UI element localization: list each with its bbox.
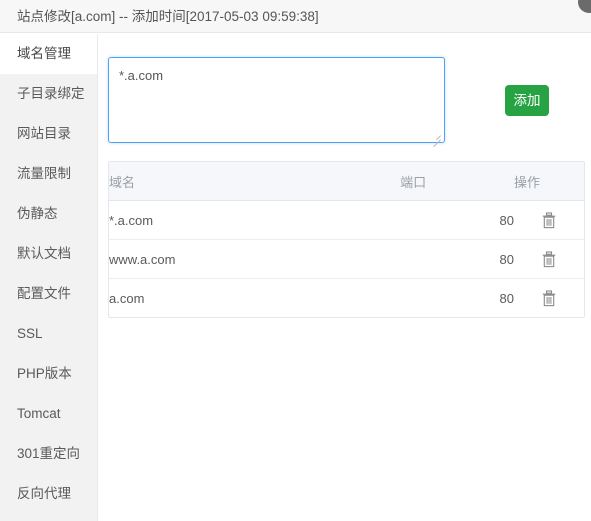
main-content: 添加 域名 端口 操作 *.a.com 80 <box>99 34 591 521</box>
sidebar-item-traffic-limit[interactable]: 流量限制 <box>0 154 97 194</box>
domain-input[interactable] <box>108 57 445 143</box>
sidebar-item-php-version[interactable]: PHP版本 <box>0 354 97 394</box>
sidebar-item-label: 域名管理 <box>17 46 71 61</box>
close-circle-icon[interactable] <box>578 0 591 13</box>
site-edit-window: 站点修改[a.com] -- 添加时间[2017-05-03 09:59:38]… <box>0 0 591 521</box>
sidebar-item-label: 反向代理 <box>17 486 71 501</box>
table-header-row: 域名 端口 操作 <box>109 162 584 201</box>
sidebar-item-reverse-proxy[interactable]: 反向代理 <box>0 474 97 514</box>
sidebar-item-label: 伪静态 <box>17 206 58 221</box>
sidebar-item-domain-management[interactable]: 域名管理 <box>0 34 97 74</box>
sidebar-item-label: 默认文档 <box>17 246 71 261</box>
sidebar-item-rewrite[interactable]: 伪静态 <box>0 194 97 234</box>
sidebar-item-subdirectory-binding[interactable]: 子目录绑定 <box>0 74 97 114</box>
column-header-action: 操作 <box>514 162 584 201</box>
sidebar-item-default-document[interactable]: 默认文档 <box>0 234 97 274</box>
column-header-port: 端口 <box>400 162 514 201</box>
cell-port: 80 <box>499 290 514 306</box>
trash-icon[interactable] <box>541 211 557 229</box>
page-title: 站点修改[a.com] -- 添加时间[2017-05-03 09:59:38] <box>17 9 319 24</box>
cell-domain: www.a.com <box>109 239 401 279</box>
sidebar-item-ssl[interactable]: SSL <box>0 314 97 354</box>
sidebar-item-label: 301重定向 <box>17 446 81 461</box>
window-titlebar: 站点修改[a.com] -- 添加时间[2017-05-03 09:59:38] <box>0 0 591 33</box>
sidebar-item-config-file[interactable]: 配置文件 <box>0 274 97 314</box>
cell-domain: a.com <box>109 290 145 306</box>
table-row: www.a.com 80 <box>109 239 584 279</box>
trash-icon[interactable] <box>541 250 557 268</box>
sidebar-item-website-directory[interactable]: 网站目录 <box>0 114 97 154</box>
sidebar-item-label: 流量限制 <box>17 166 71 181</box>
trash-icon[interactable] <box>541 289 557 307</box>
sidebar: 域名管理 子目录绑定 网站目录 流量限制 伪静态 默认文档 配置文件 SSL P… <box>0 34 98 521</box>
sidebar-item-label: 配置文件 <box>17 286 71 301</box>
cell-domain: *.a.com <box>109 200 401 240</box>
domain-table: 域名 端口 操作 *.a.com 80 www.a.com 80 a.com 8… <box>108 161 585 318</box>
sidebar-item-301-redirect[interactable]: 301重定向 <box>0 434 97 474</box>
table-row: *.a.com 80 <box>109 200 584 240</box>
sidebar-item-label: Tomcat <box>17 406 61 421</box>
sidebar-item-label: 子目录绑定 <box>17 86 85 101</box>
sidebar-item-label: 网站目录 <box>17 126 71 141</box>
sidebar-item-label: SSL <box>17 326 43 341</box>
cell-port: 80 <box>400 239 514 279</box>
cell-port: 80 <box>400 200 514 240</box>
column-header-domain: 域名 <box>109 162 401 201</box>
add-button[interactable]: 添加 <box>505 85 549 116</box>
sidebar-item-label: PHP版本 <box>17 366 72 381</box>
sidebar-item-tomcat[interactable]: Tomcat <box>0 394 97 434</box>
add-domain-form: 添加 <box>99 34 591 156</box>
table-row: a.com 80 <box>109 279 584 318</box>
